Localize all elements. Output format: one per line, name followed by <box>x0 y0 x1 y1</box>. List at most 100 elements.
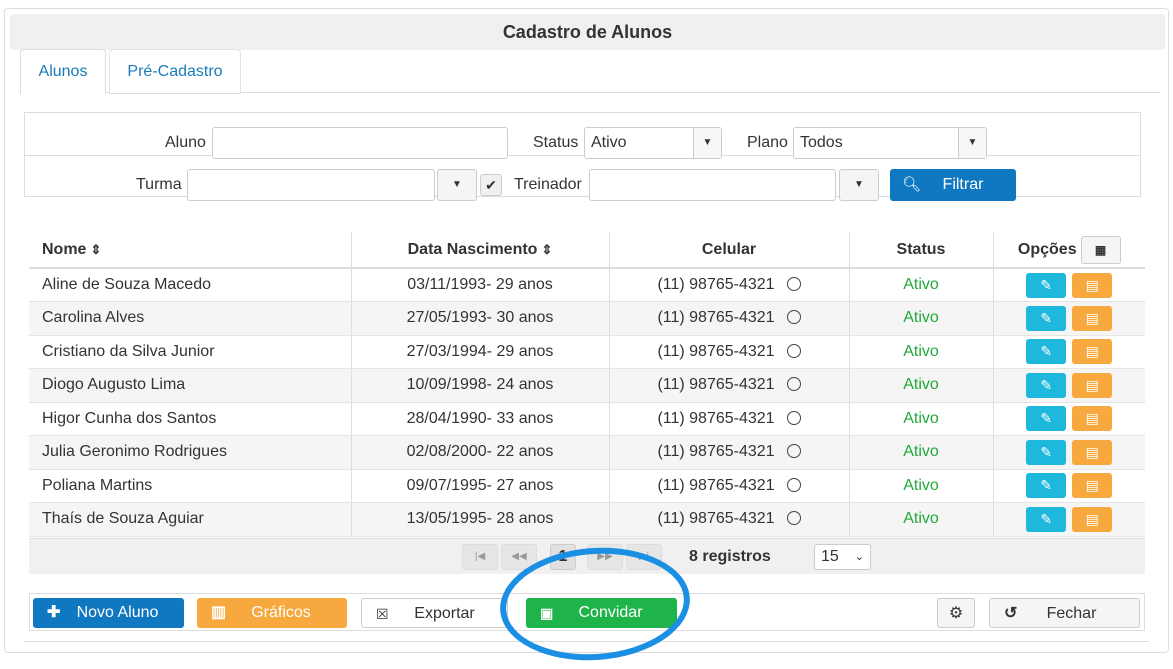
edit-icon[interactable]: ✎ <box>1026 506 1067 532</box>
whatsapp-icon[interactable] <box>786 444 801 459</box>
cell-opcoes: ✎ ▤ <box>993 469 1145 503</box>
check-icon: ✔ <box>485 177 497 193</box>
contact-card-icon: ▣ <box>540 605 554 621</box>
whatsapp-icon[interactable] <box>786 343 801 358</box>
cell-nome: Thaís de Souza Aguiar <box>29 502 352 537</box>
cell-status: Ativo <box>849 335 994 369</box>
plano-label: Plano <box>747 134 788 151</box>
chevron-down-icon: ▼ <box>693 128 721 158</box>
tab-alunos[interactable]: Alunos <box>20 49 106 94</box>
chevron-down-icon: ▼ <box>452 179 462 190</box>
cell-status: Ativo <box>849 368 994 403</box>
prev-page-button[interactable]: ◀◀ <box>501 544 537 570</box>
cell-data: 28/04/1990- 33 anos <box>351 402 610 436</box>
export-label: Exportar <box>414 605 475 622</box>
cell-nome: Higor Cunha dos Santos <box>29 402 352 436</box>
celular-value: (11) 98765-4321 <box>657 476 775 494</box>
status-select[interactable]: Ativo ▼ <box>584 127 722 159</box>
cell-nome: Aline de Souza Macedo <box>29 268 352 302</box>
page-size-value: 15 <box>821 548 839 565</box>
cell-celular: (11) 98765-4321 <box>609 435 850 470</box>
settings-button[interactable]: ⚙ <box>937 598 975 628</box>
archive-icon[interactable]: ▤ <box>1072 473 1113 499</box>
whatsapp-icon[interactable] <box>786 511 801 526</box>
cell-opcoes: ✎ ▤ <box>993 335 1145 369</box>
cell-opcoes: ✎ ▤ <box>993 268 1145 302</box>
status-label: Status <box>533 134 579 151</box>
archive-icon[interactable]: ▤ <box>1072 406 1113 432</box>
cell-nome: Diogo Augusto Lima <box>29 368 352 403</box>
table-row: Cristiano da Silva Junior 27/03/1994- 29 … <box>29 335 1145 369</box>
archive-icon[interactable]: ▤ <box>1072 372 1113 398</box>
last-page-button[interactable]: ▶| <box>626 544 662 570</box>
sort-icon: ⇕ <box>541 241 553 257</box>
header-nome[interactable]: Nome ⇕ <box>29 232 352 269</box>
next-page-icon: ▶▶ <box>597 551 613 562</box>
header-data-label: Data Nascimento <box>407 240 538 258</box>
footer-toolbar: ✚ Novo Aluno ▥ Gráficos ☒ Exportar ▣ Con… <box>29 593 1145 631</box>
cell-opcoes: ✎ ▤ <box>993 301 1145 336</box>
edit-icon[interactable]: ✎ <box>1026 473 1067 499</box>
charts-button[interactable]: ▥ Gráficos <box>197 598 347 628</box>
edit-icon[interactable]: ✎ <box>1026 339 1067 365</box>
excel-icon: ☒ <box>376 606 389 622</box>
table-row: Thaís de Souza Aguiar 13/05/1995- 28 anos… <box>29 502 1145 537</box>
tab-pre-cadastro[interactable]: Pré-Cadastro <box>109 49 241 94</box>
aluno-input[interactable] <box>212 127 508 159</box>
celular-value: (11) 98765-4321 <box>657 510 775 528</box>
turma-dropdown-button[interactable]: ▼ <box>437 169 477 201</box>
cell-status: Ativo <box>849 469 994 503</box>
turma-label: Turma <box>136 176 182 193</box>
filter-button-label: Filtrar <box>942 176 984 193</box>
new-student-label: Novo Aluno <box>76 604 159 621</box>
treinador-dropdown-button[interactable]: ▼ <box>839 169 879 201</box>
whatsapp-icon[interactable] <box>786 310 801 325</box>
cell-status: Ativo <box>849 301 994 336</box>
cell-celular: (11) 98765-4321 <box>609 368 850 403</box>
archive-icon[interactable]: ▤ <box>1072 506 1113 532</box>
cell-data: 09/07/1995- 27 anos <box>351 469 610 503</box>
header-data[interactable]: Data Nascimento ⇕ <box>351 232 610 269</box>
page-size-select[interactable]: 15 ⌄ <box>814 544 871 570</box>
whatsapp-icon[interactable] <box>786 410 801 425</box>
filter-panel: Aluno Status Ativo ▼ Plano Todos ▼ Turma… <box>24 112 1141 201</box>
page-title: Cadastro de Alunos <box>10 14 1165 50</box>
whatsapp-icon[interactable] <box>786 277 801 291</box>
new-student-button[interactable]: ✚ Novo Aluno <box>33 598 184 628</box>
table-row: Carolina Alves 27/05/1993- 30 anos (11) 98… <box>29 301 1145 336</box>
invite-button[interactable]: ▣ Convidar <box>526 598 677 628</box>
archive-icon[interactable]: ▤ <box>1072 272 1113 298</box>
plano-select[interactable]: Todos ▼ <box>793 127 987 159</box>
archive-icon[interactable]: ▤ <box>1072 439 1113 465</box>
treinador-input[interactable] <box>589 169 836 201</box>
edit-icon[interactable]: ✎ <box>1026 406 1067 432</box>
search-icon: 🔍︎ <box>902 176 922 193</box>
chevron-down-icon: ▼ <box>958 128 986 158</box>
archive-icon[interactable]: ▤ <box>1072 339 1113 365</box>
edit-icon[interactable]: ✎ <box>1026 305 1067 331</box>
header-nome-label: Nome <box>42 240 87 258</box>
table-columns-icon[interactable]: ▦ <box>1080 235 1121 264</box>
cell-opcoes: ✎ ▤ <box>993 368 1145 403</box>
filter-button[interactable]: 🔍︎ Filtrar <box>890 169 1016 201</box>
edit-icon[interactable]: ✎ <box>1026 272 1067 298</box>
cell-data: 10/09/1998- 24 anos <box>351 368 610 403</box>
cell-status: Ativo <box>849 402 994 436</box>
edit-icon[interactable]: ✎ <box>1026 372 1067 398</box>
next-page-button[interactable]: ▶▶ <box>587 544 623 570</box>
edit-icon[interactable]: ✎ <box>1026 439 1067 465</box>
cell-celular: (11) 98765-4321 <box>609 335 850 369</box>
archive-icon[interactable]: ▤ <box>1072 305 1113 331</box>
whatsapp-icon[interactable] <box>786 377 801 392</box>
close-button[interactable]: ↺ Fechar <box>989 598 1140 628</box>
turma-checkbox[interactable]: ✔ <box>480 174 502 196</box>
whatsapp-icon[interactable] <box>786 477 801 492</box>
undo-icon: ↺ <box>1004 605 1018 622</box>
first-page-button[interactable]: |◀ <box>462 544 498 570</box>
page-number[interactable]: 1 <box>550 544 576 570</box>
export-button[interactable]: ☒ Exportar <box>361 598 508 628</box>
invite-label: Convidar <box>578 604 643 621</box>
tab-bar: Alunos Pré-Cadastro <box>20 49 1160 94</box>
turma-input[interactable] <box>187 169 435 201</box>
cell-data: 13/05/1995- 28 anos <box>351 502 610 537</box>
